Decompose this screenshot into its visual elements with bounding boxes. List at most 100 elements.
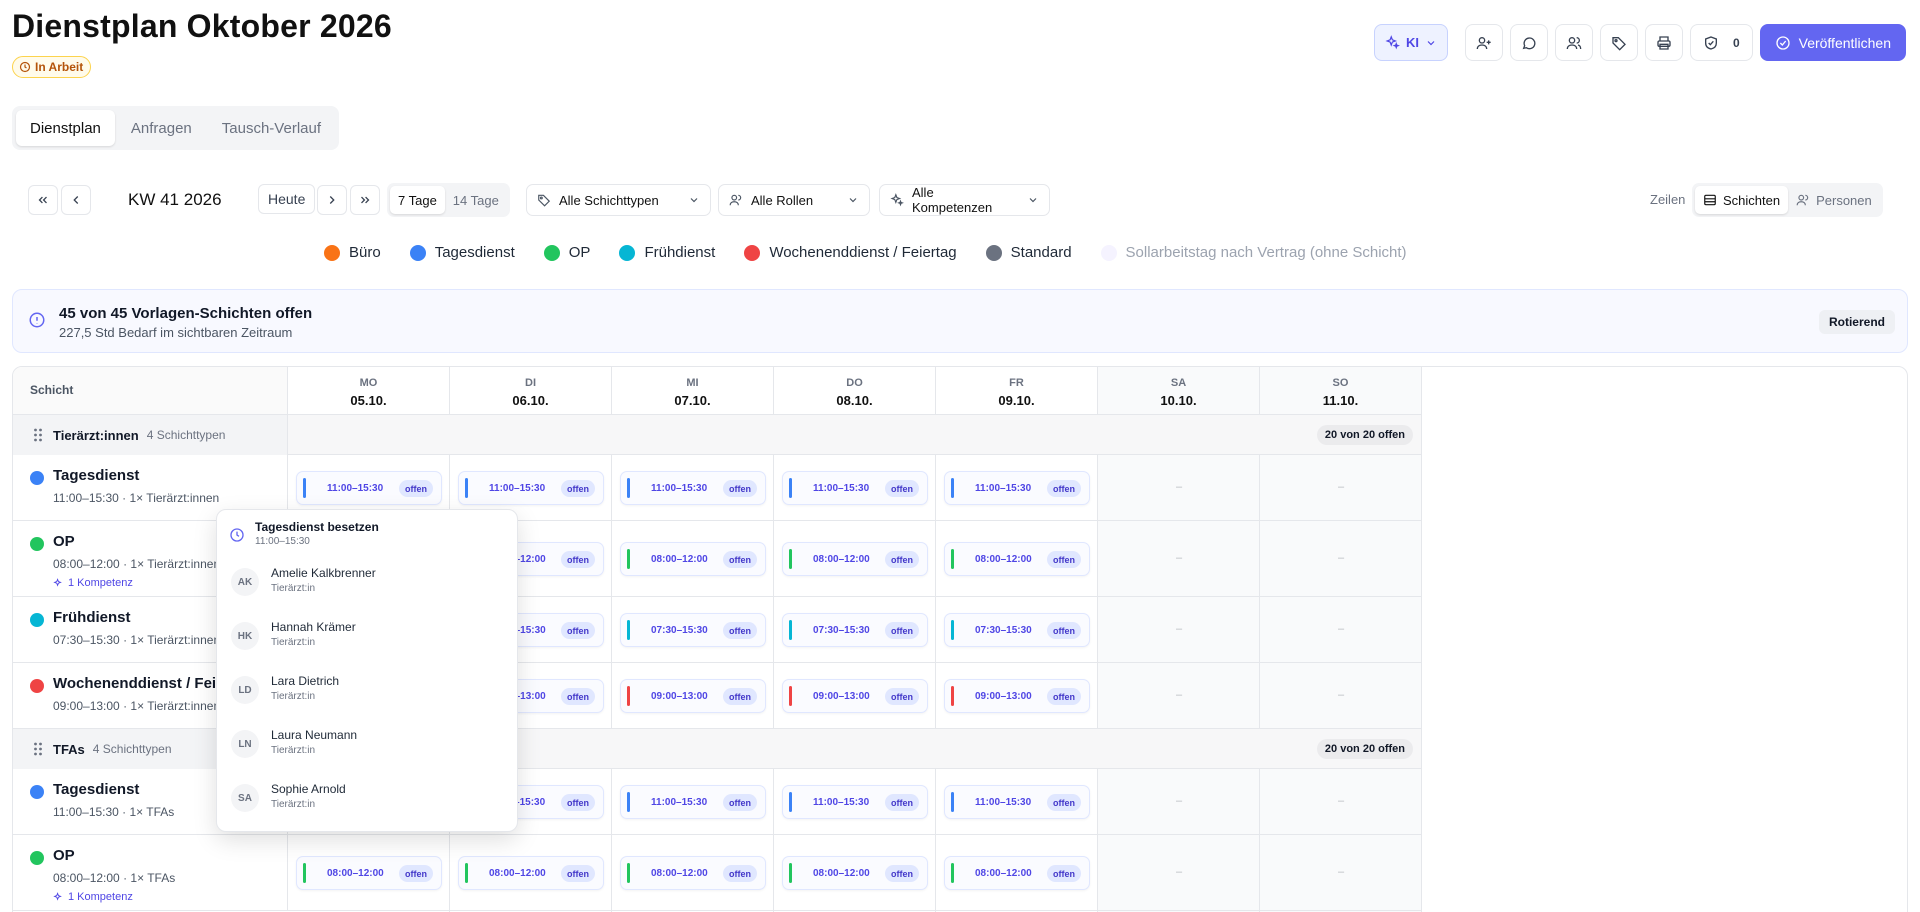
publish-button[interactable]: Veröffentlichen bbox=[1759, 24, 1906, 61]
shift-color-bar bbox=[951, 792, 954, 812]
shift-name: OP bbox=[53, 847, 75, 864]
candidate-option[interactable]: LN Laura Neumann Tierärzt:in bbox=[229, 724, 507, 764]
open-shift-slot[interactable]: 11:00–15:30 offen bbox=[458, 471, 604, 505]
empty-slot: – bbox=[1176, 689, 1183, 701]
shift-row-header[interactable]: OP 08:00–12:00 · 1× TFAs 1 Kompetenz bbox=[13, 835, 288, 911]
sparkles-icon bbox=[890, 193, 904, 207]
open-shift-slot[interactable]: 09:00–13:00 offen bbox=[782, 679, 928, 713]
open-shift-slot[interactable]: 11:00–15:30 offen bbox=[944, 471, 1090, 505]
open-shift-slot[interactable]: 08:00–12:00 offen bbox=[782, 542, 928, 576]
team-button[interactable] bbox=[1554, 24, 1593, 61]
jump-back-button[interactable] bbox=[28, 185, 58, 215]
slot-time: 07:30–15:30 bbox=[813, 625, 870, 636]
next-week-button[interactable] bbox=[317, 185, 347, 215]
chevrons-right-icon bbox=[358, 193, 372, 207]
competence-link[interactable]: 1 Kompetenz bbox=[53, 577, 133, 589]
open-shift-slot[interactable]: 08:00–12:00 offen bbox=[458, 856, 604, 890]
tab-anfragen[interactable]: Anfragen bbox=[117, 110, 206, 146]
competence-filter[interactable]: Alle Kompetenzen bbox=[879, 184, 1050, 216]
candidate-option[interactable]: HK Hannah Krämer Tierärzt:in bbox=[229, 616, 507, 656]
slot-time: 08:00–12:00 bbox=[651, 554, 708, 565]
tab-tausch-verlauf[interactable]: Tausch-Verlauf bbox=[208, 110, 335, 146]
open-shift-slot[interactable]: 09:00–13:00 offen bbox=[620, 679, 766, 713]
candidate-option[interactable]: SA Sophie Arnold Tierärzt:in bbox=[229, 778, 507, 818]
open-shift-slot[interactable]: 11:00–15:30 offen bbox=[620, 471, 766, 505]
range-14-days[interactable]: 14 Tage bbox=[445, 186, 507, 214]
prev-week-button[interactable] bbox=[61, 185, 91, 215]
group-count: 4 Schichttypen bbox=[92, 742, 172, 756]
view-shifts[interactable]: Schichten bbox=[1695, 186, 1789, 214]
open-shift-slot[interactable]: 11:00–15:30 offen bbox=[296, 471, 442, 505]
open-badge: offen bbox=[885, 551, 919, 568]
view-persons[interactable]: Personen bbox=[1788, 186, 1880, 214]
week-label: KW 41 2026 bbox=[128, 190, 222, 209]
shift-color-bar bbox=[627, 863, 630, 883]
candidate-name: Lara Dietrich bbox=[271, 674, 340, 688]
candidate-role: Tierärzt:in bbox=[271, 691, 316, 702]
shift-color-bar bbox=[951, 863, 954, 883]
rotation-badge[interactable]: Rotierend bbox=[1818, 310, 1895, 334]
open-shift-slot[interactable]: 11:00–15:30 offen bbox=[782, 785, 928, 819]
slot-time: 11:00–15:30 bbox=[975, 797, 1032, 808]
open-badge: offen bbox=[885, 794, 919, 811]
day-header: DO 08.10. bbox=[774, 367, 936, 415]
legend-dot bbox=[543, 244, 560, 261]
legend-dot bbox=[985, 244, 1002, 261]
comments-button[interactable] bbox=[1509, 24, 1548, 61]
shield-check-icon bbox=[1703, 35, 1719, 51]
open-shift-slot[interactable]: 07:30–15:30 offen bbox=[782, 613, 928, 647]
shift-meta: 08:00–12:00 · 1× TFAs bbox=[53, 871, 176, 885]
slot-time: 07:30–15:30 bbox=[975, 625, 1032, 636]
drag-handle-icon[interactable] bbox=[33, 742, 43, 756]
open-shift-slot[interactable]: 07:30–15:30 offen bbox=[944, 613, 1090, 647]
candidate-option[interactable]: AK Amelie Kalkbrenner Tierärzt:in bbox=[229, 562, 507, 602]
open-shift-slot[interactable]: 08:00–12:00 offen bbox=[620, 542, 766, 576]
open-shift-slot[interactable]: 09:00–13:00 offen bbox=[944, 679, 1090, 713]
view-tabs: Dienstplan Anfragen Tausch-Verlauf bbox=[12, 106, 340, 150]
add-user-button[interactable] bbox=[1464, 24, 1503, 61]
shift-meta: 07:30–15:30 · 1× Tierärzt:innen bbox=[53, 633, 221, 647]
open-shift-slot[interactable]: 08:00–12:00 offen bbox=[944, 542, 1090, 576]
range-7-days[interactable]: 7 Tage bbox=[390, 186, 445, 214]
open-shift-slot[interactable]: 08:00–12:00 offen bbox=[620, 856, 766, 890]
jump-forward-button[interactable] bbox=[350, 185, 380, 215]
empty-slot: – bbox=[1338, 689, 1345, 701]
ki-button[interactable]: KI bbox=[1373, 24, 1448, 61]
tags-button[interactable] bbox=[1599, 24, 1638, 61]
shift-name: Tagesdienst bbox=[53, 467, 140, 484]
print-button[interactable] bbox=[1644, 24, 1683, 61]
open-shift-slot[interactable]: 07:30–15:30 offen bbox=[620, 613, 766, 647]
competence-link[interactable]: 1 Kompetenz bbox=[53, 891, 133, 903]
candidate-option[interactable]: LD Lara Dietrich Tierärzt:in bbox=[229, 670, 507, 710]
open-badge: offen bbox=[885, 865, 919, 882]
open-shift-slot[interactable]: 08:00–12:00 offen bbox=[944, 856, 1090, 890]
group-name: Tierärzt:innen bbox=[53, 427, 139, 443]
open-shift-slot[interactable]: 08:00–12:00 offen bbox=[782, 856, 928, 890]
open-shift-slot[interactable]: 11:00–15:30 offen bbox=[944, 785, 1090, 819]
role-filter[interactable]: Alle Rollen bbox=[718, 184, 870, 216]
open-shift-slot[interactable]: 08:00–12:00 offen bbox=[296, 856, 442, 890]
drag-handle-icon[interactable] bbox=[33, 428, 43, 442]
popover-subtitle: 11:00–15:30 bbox=[255, 536, 310, 547]
day-header: SO 11.10. bbox=[1260, 367, 1422, 415]
legend-item: Sollarbeitstag nach Vertrag (ohne Schich… bbox=[1100, 244, 1407, 261]
day-name: DO bbox=[846, 377, 863, 389]
open-badge: offen bbox=[723, 688, 757, 705]
checks-button[interactable]: 0 bbox=[1689, 24, 1753, 61]
legend-item: Tagesdienst bbox=[409, 244, 515, 261]
avatar: AK bbox=[231, 568, 259, 596]
shift-color-dot bbox=[30, 679, 44, 693]
competence-label: 1 Kompetenz bbox=[68, 891, 133, 903]
day-date: 09.10. bbox=[998, 393, 1035, 408]
tag-icon bbox=[1611, 35, 1627, 51]
chevron-right-icon bbox=[325, 193, 339, 207]
publish-label: Veröffentlichen bbox=[1798, 34, 1891, 51]
shift-color-bar bbox=[789, 863, 792, 883]
tab-dienstplan[interactable]: Dienstplan bbox=[16, 110, 115, 146]
legend-label: Standard bbox=[1010, 244, 1072, 261]
today-button[interactable]: Heute bbox=[258, 184, 316, 214]
open-shift-slot[interactable]: 11:00–15:30 offen bbox=[782, 471, 928, 505]
open-shift-slot[interactable]: 11:00–15:30 offen bbox=[620, 785, 766, 819]
shift-type-filter[interactable]: Alle Schichttypen bbox=[526, 184, 711, 216]
candidate-name: Sophie Arnold bbox=[271, 782, 346, 796]
